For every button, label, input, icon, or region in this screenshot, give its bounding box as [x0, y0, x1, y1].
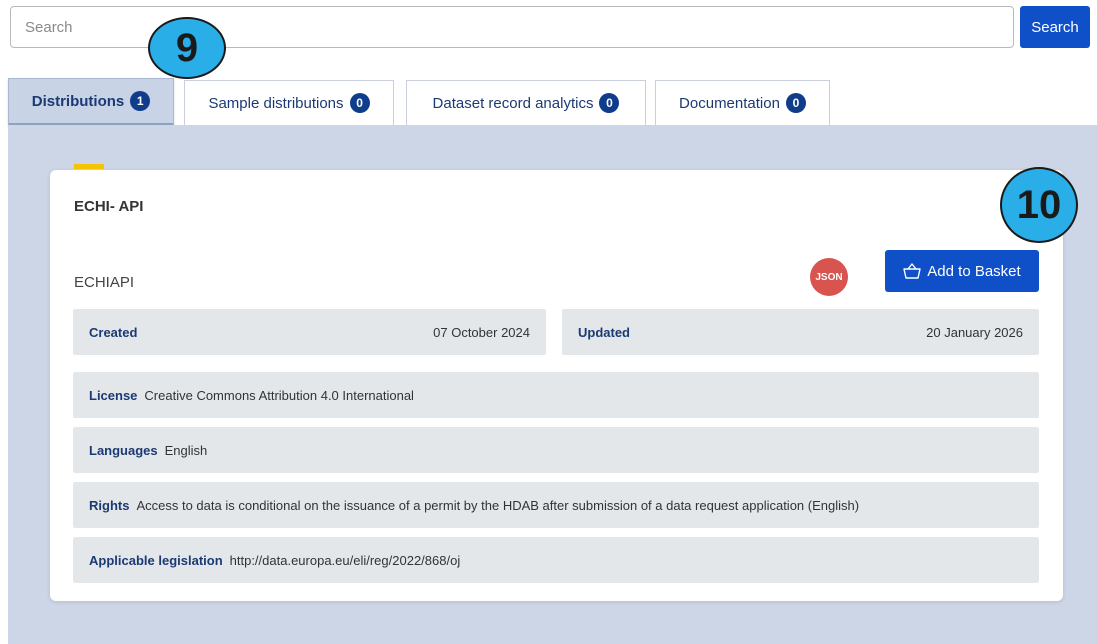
license-field: License Creative Commons Attribution 4.0…	[73, 372, 1039, 418]
count-badge: 0	[599, 93, 620, 113]
tab-label: Documentation	[679, 94, 780, 112]
applicable-legislation-field: Applicable legislation http://data.europ…	[73, 537, 1039, 583]
format-badge[interactable]: JSON	[810, 258, 848, 296]
languages-field: Languages English	[73, 427, 1039, 473]
rights-label: Rights	[89, 497, 130, 513]
license-label: License	[89, 387, 138, 403]
applicable-legislation-link[interactable]: http://data.europa.eu/eli/reg/2022/868/o…	[230, 553, 461, 568]
updated-field: Updated 20 January 2026	[562, 309, 1039, 355]
tab-sample-distributions[interactable]: Sample distributions 0	[184, 80, 394, 125]
rights-value: Access to data is conditional on the iss…	[136, 497, 860, 513]
distribution-subtitle: ECHIAPI	[74, 274, 135, 291]
count-badge: 0	[785, 93, 806, 113]
add-to-basket-label: Add to Basket	[927, 262, 1021, 280]
distribution-card: ECHI- API ECHIAPI JSON Add to Basket Cre…	[50, 164, 1063, 601]
tab-label: Dataset record analytics	[432, 94, 594, 112]
distribution-title: ECHI- API	[74, 198, 144, 215]
tab-distributions[interactable]: Distributions 1	[8, 78, 174, 126]
search-button[interactable]: Search	[1020, 6, 1090, 48]
created-label: Created	[89, 324, 138, 340]
tab-bar: Distributions 1 Sample distributions 0 D…	[8, 78, 1097, 126]
count-badge: 1	[130, 91, 151, 111]
tab-label: Distributions	[31, 92, 125, 110]
updated-value: 20 January 2026	[926, 324, 1023, 340]
count-badge: 0	[349, 93, 370, 113]
tab-dataset-record-analytics[interactable]: Dataset record analytics 0	[406, 80, 646, 125]
languages-label: Languages	[89, 442, 158, 458]
basket-icon	[903, 263, 921, 279]
callout-marker: 9	[148, 17, 226, 79]
applicable-legislation-label: Applicable legislation	[89, 552, 223, 568]
rights-field: Rights Access to data is conditional on …	[73, 482, 1039, 528]
tab-panel: ECHI- API ECHIAPI JSON Add to Basket Cre…	[8, 125, 1097, 644]
tab-documentation[interactable]: Documentation 0	[655, 80, 830, 125]
add-to-basket-button[interactable]: Add to Basket	[885, 250, 1039, 292]
updated-label: Updated	[578, 324, 630, 340]
tab-label: Sample distributions	[208, 94, 344, 112]
created-value: 07 October 2024	[433, 324, 530, 340]
card-accent-bar	[74, 164, 104, 169]
callout-marker: 10	[1000, 167, 1078, 243]
languages-value: English	[164, 442, 208, 458]
license-value: Creative Commons Attribution 4.0 Interna…	[144, 387, 414, 403]
created-field: Created 07 October 2024	[73, 309, 546, 355]
